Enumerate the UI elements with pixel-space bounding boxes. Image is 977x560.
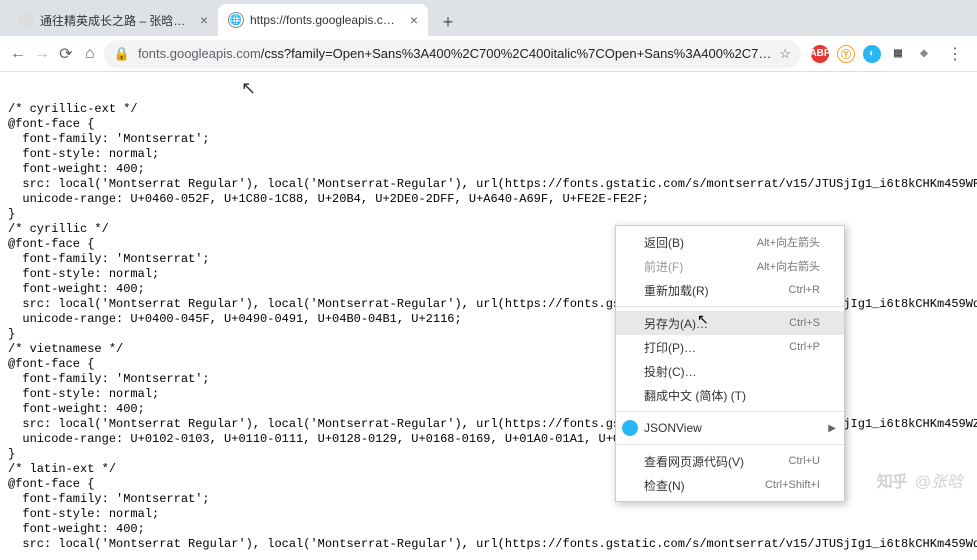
ctx-shortcut: Ctrl+Shift+I bbox=[765, 479, 820, 491]
globe-icon: 🌐 bbox=[228, 12, 244, 28]
ctx-print[interactable]: 打印(P)… Ctrl+P bbox=[616, 335, 844, 359]
ctx-cast[interactable]: 投射(C)… bbox=[616, 359, 844, 383]
ctx-shortcut: Ctrl+R bbox=[789, 284, 820, 296]
jsonview-icon bbox=[622, 420, 638, 436]
ctx-label: 返回(B) bbox=[644, 234, 684, 251]
ctx-label: 打印(P)… bbox=[644, 339, 696, 356]
home-button[interactable]: ⌂ bbox=[80, 40, 100, 68]
ctx-label: 前进(F) bbox=[644, 258, 683, 275]
ctx-separator bbox=[616, 444, 844, 445]
ctx-reload[interactable]: 重新加载(R) Ctrl+R bbox=[616, 278, 844, 302]
ctx-shortcut: Ctrl+P bbox=[789, 341, 820, 353]
ctx-translate[interactable]: 翻成中文 (简体) (T) bbox=[616, 383, 844, 407]
tab-title: 通往精英成长之路 – 张晗一致力 bbox=[40, 12, 190, 29]
ctx-shortcut: Alt+向左箭头 bbox=[757, 234, 820, 250]
browser-toolbar: ← → ⟳ ⌂ 🔒 fonts.googleapis.com/css?famil… bbox=[0, 36, 977, 72]
ctx-jsonview[interactable]: JSONView ▶ bbox=[616, 416, 844, 440]
ctx-inspect[interactable]: 检查(N) Ctrl+Shift+I bbox=[616, 473, 844, 497]
ctx-separator bbox=[616, 306, 844, 307]
ext-icon-4[interactable]: ▦ bbox=[889, 45, 907, 63]
ctx-label: 重新加载(R) bbox=[644, 282, 709, 299]
address-bar[interactable]: 🔒 fonts.googleapis.com/css?family=Open+S… bbox=[104, 40, 801, 68]
ctx-label: 另存为(A)… bbox=[644, 315, 708, 332]
ctx-shortcut: Ctrl+S bbox=[789, 317, 820, 329]
ext-icon-2[interactable]: Ⓨ bbox=[837, 45, 855, 63]
ctx-save-as[interactable]: 另存为(A)… Ctrl+S bbox=[616, 311, 844, 335]
lock-icon: 🔒 bbox=[114, 46, 130, 62]
context-menu: 返回(B) Alt+向左箭头 前进(F) Alt+向右箭头 重新加载(R) Ct… bbox=[615, 225, 845, 502]
tab-active[interactable]: 🌐 https://fonts.googleapis.com/ × bbox=[218, 4, 428, 36]
reload-button[interactable]: ⟳ bbox=[56, 40, 76, 68]
ctx-view-source[interactable]: 查看网页源代码(V) Ctrl+U bbox=[616, 449, 844, 473]
ctx-separator bbox=[616, 411, 844, 412]
favicon-icon bbox=[18, 12, 34, 28]
close-icon[interactable]: × bbox=[410, 12, 418, 28]
ctx-shortcut: Alt+向右箭头 bbox=[757, 258, 820, 274]
tab-inactive[interactable]: 通往精英成长之路 – 张晗一致力 × bbox=[8, 4, 218, 36]
chevron-right-icon: ▶ bbox=[828, 423, 836, 434]
ctx-label: 翻成中文 (简体) (T) bbox=[644, 387, 746, 404]
ctx-forward[interactable]: 前进(F) Alt+向右箭头 bbox=[616, 254, 844, 278]
ctx-back[interactable]: 返回(B) Alt+向左箭头 bbox=[616, 230, 844, 254]
ext-icon-3[interactable]: ◐ bbox=[863, 45, 881, 63]
ctx-label: 查看网页源代码(V) bbox=[644, 453, 744, 470]
forward-button[interactable]: → bbox=[32, 40, 52, 68]
abp-icon[interactable]: ABP bbox=[811, 45, 829, 63]
ctx-label: JSONView bbox=[644, 421, 702, 435]
tab-title: https://fonts.googleapis.com/ bbox=[250, 13, 400, 27]
close-icon[interactable]: × bbox=[200, 12, 208, 28]
menu-icon[interactable]: ⋮ bbox=[941, 40, 969, 68]
ext-icon-5[interactable]: ◆ bbox=[915, 45, 933, 63]
ctx-label: 检查(N) bbox=[644, 477, 685, 494]
back-button[interactable]: ← bbox=[8, 40, 28, 68]
url-text: fonts.googleapis.com/css?family=Open+San… bbox=[138, 46, 771, 61]
ctx-label: 投射(C)… bbox=[644, 363, 697, 380]
extension-icons: ABP Ⓨ ◐ ▦ ◆ ⋮ bbox=[805, 40, 969, 68]
ctx-shortcut: Ctrl+U bbox=[789, 455, 820, 467]
new-tab-button[interactable]: + bbox=[434, 8, 462, 36]
tab-strip: 通往精英成长之路 – 张晗一致力 × 🌐 https://fonts.googl… bbox=[0, 0, 977, 36]
bookmark-star-icon[interactable]: ☆ bbox=[779, 46, 791, 62]
